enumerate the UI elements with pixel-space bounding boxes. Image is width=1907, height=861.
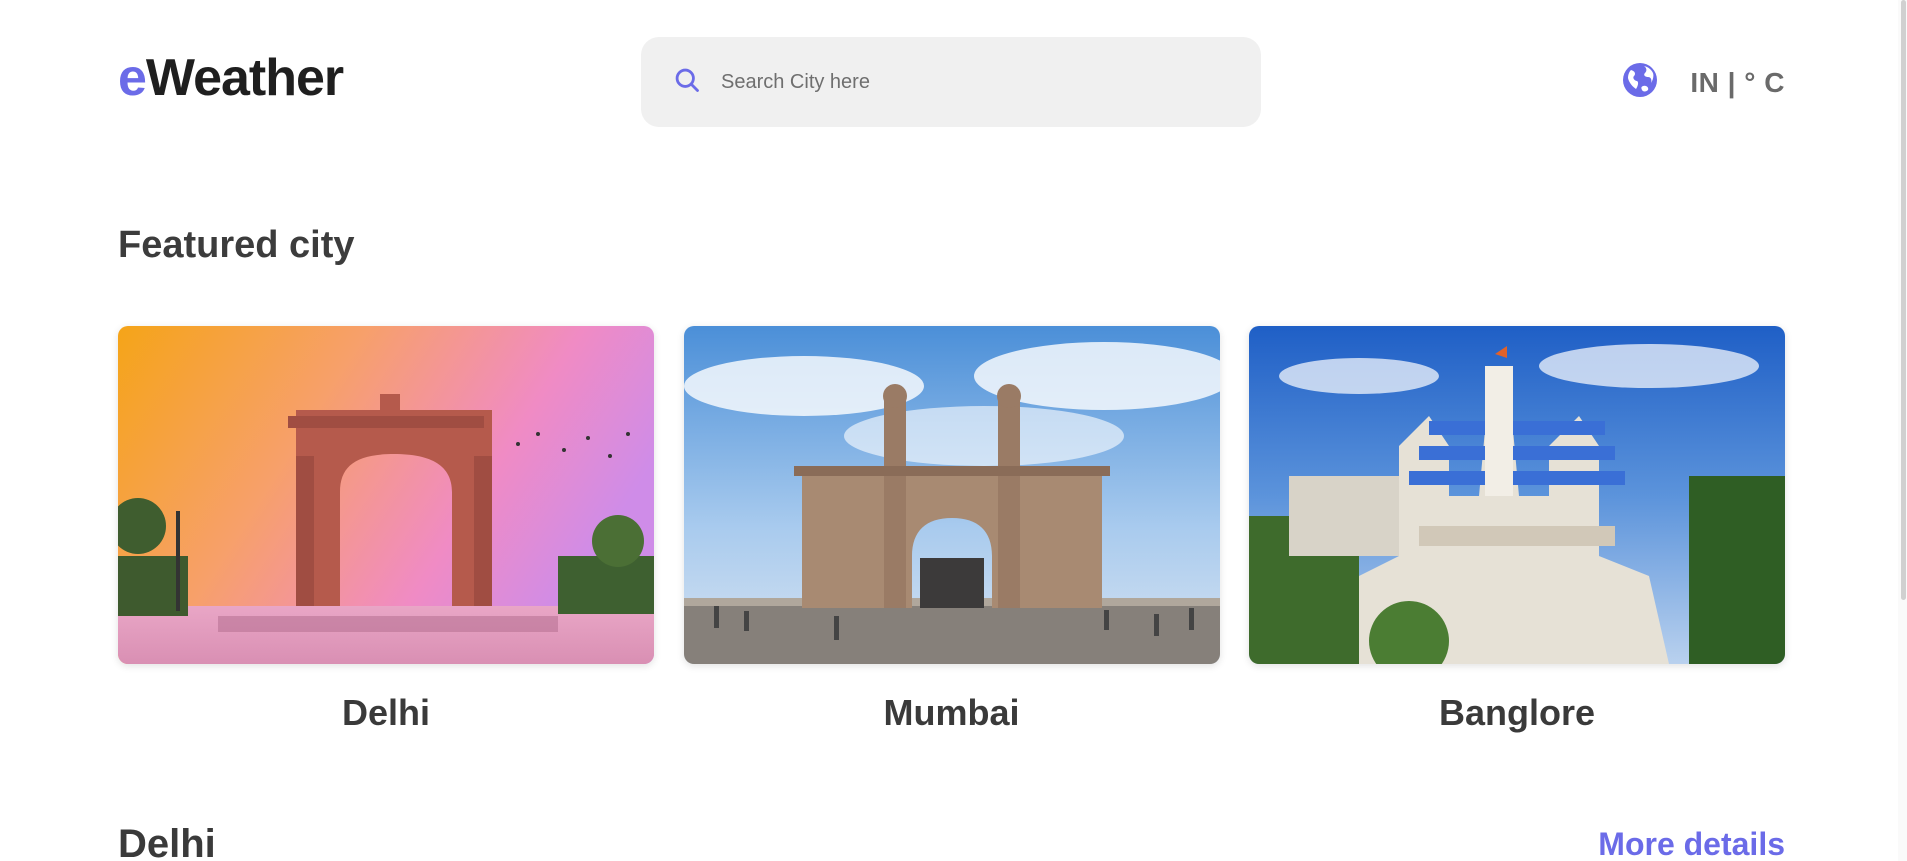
locale-label[interactable]: IN | ° C (1690, 67, 1785, 99)
city-card-mumbai[interactable]: Mumbai (683, 326, 1220, 734)
featured-city-list: Delhi Mumbai Banglore (118, 326, 1785, 734)
city-card-banglore[interactable]: Banglore (1249, 326, 1785, 734)
city-name-delhi[interactable]: Delhi (118, 692, 654, 734)
logo-prefix: e (118, 49, 147, 107)
selected-city-title: Delhi (118, 822, 216, 861)
header: eWeather IN | ° C (0, 0, 1907, 160)
city-image-delhi[interactable] (118, 326, 654, 664)
globe-icon[interactable] (1622, 62, 1690, 103)
logo[interactable]: eWeather (118, 49, 344, 107)
city-image-mumbai[interactable] (683, 326, 1220, 664)
search-bar[interactable] (641, 37, 1261, 127)
scrollbar-thumb[interactable] (1901, 0, 1906, 600)
search-icon[interactable] (673, 66, 701, 99)
city-name-mumbai[interactable]: Mumbai (684, 692, 1220, 734)
featured-city-title: Featured city (118, 224, 355, 266)
scrollbar[interactable] (1898, 0, 1907, 861)
logo-name: Weather (145, 49, 344, 107)
city-card-delhi[interactable]: Delhi (118, 326, 654, 734)
city-image-banglore[interactable] (1249, 326, 1785, 664)
locale-switcher[interactable]: IN | ° C (1622, 62, 1785, 103)
search-input[interactable] (721, 70, 1241, 94)
more-details-link[interactable]: More details (1598, 826, 1785, 861)
city-name-banglore[interactable]: Banglore (1249, 692, 1785, 734)
